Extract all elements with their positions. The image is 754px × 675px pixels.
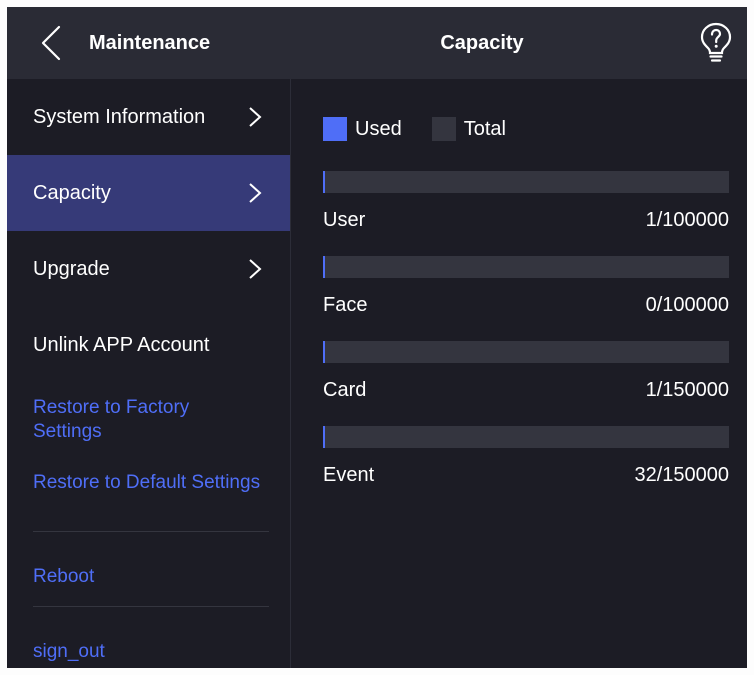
capacity-value: 1/100000: [645, 209, 729, 231]
capacity-row-card: Card 1/150000: [323, 341, 729, 421]
sidebar-item-upgrade[interactable]: Upgrade: [7, 231, 290, 307]
device-screen: Maintenance Capacity System Information …: [7, 7, 747, 668]
page-title: Capacity: [440, 32, 524, 54]
capacity-value: 32/150000: [634, 464, 729, 486]
legend-total-label: Total: [463, 117, 506, 140]
capacity-bar-fill: [323, 256, 325, 278]
capacity-row-event: Event 32/150000: [323, 426, 729, 506]
help-button[interactable]: [699, 21, 733, 63]
legend-used-label: Used: [355, 117, 402, 140]
divider: [33, 531, 269, 532]
restore-default-settings-link[interactable]: Restore to Default Settings: [33, 471, 263, 495]
capacity-label: Face: [323, 294, 368, 316]
capacity-bar-track: [323, 171, 729, 193]
capacity-label: Event: [323, 464, 375, 486]
legend-total-swatch: [431, 117, 456, 141]
capacity-label: User: [323, 209, 366, 231]
capacity-row-face: Face 0/100000: [323, 256, 729, 336]
capacity-panel: Used Total User 1/100000 Face 0/100000 C…: [291, 79, 747, 668]
sidebar-item-label: Unlink APP Account: [33, 333, 210, 356]
sidebar-item-label: Capacity: [33, 181, 111, 204]
capacity-label: Card: [323, 379, 367, 401]
capacity-bar-track: [323, 426, 729, 448]
capacity-row-user: User 1/100000: [323, 171, 729, 251]
divider: [33, 606, 269, 607]
chevron-right-icon: [248, 258, 262, 280]
capacity-value: 0/100000: [645, 294, 729, 316]
capacity-bar-track: [323, 341, 729, 363]
sidebar-item-unlink-app-account[interactable]: Unlink APP Account: [7, 307, 290, 383]
sidebar-item-system-information[interactable]: System Information: [7, 79, 290, 155]
restore-factory-settings-link[interactable]: Restore to Factory Settings: [33, 396, 263, 444]
sidebar-item-capacity[interactable]: Capacity: [7, 155, 290, 231]
reboot-link[interactable]: Reboot: [33, 565, 263, 589]
sidebar-item-label: Upgrade: [33, 257, 110, 280]
capacity-bar-fill: [323, 426, 325, 448]
lightbulb-question-icon: [700, 22, 732, 62]
sign-out-link[interactable]: sign_out: [33, 640, 263, 664]
top-bar: Maintenance Capacity: [7, 7, 747, 79]
legend: Used Total: [323, 117, 536, 141]
capacity-bar-fill: [323, 171, 325, 193]
chevron-right-icon: [248, 106, 262, 128]
legend-used-swatch: [323, 117, 347, 141]
chevron-right-icon: [248, 182, 262, 204]
capacity-bar-track: [323, 256, 729, 278]
sidebar: System Information Capacity Upgrade Unli…: [7, 79, 290, 668]
capacity-bar-fill: [323, 341, 325, 363]
capacity-value: 1/150000: [645, 379, 729, 401]
sidebar-item-label: System Information: [33, 105, 206, 128]
